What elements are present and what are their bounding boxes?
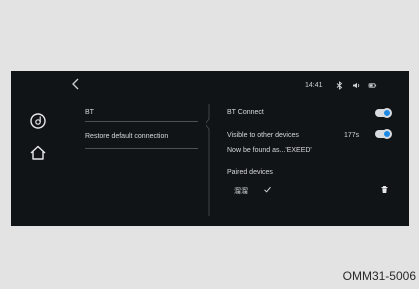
visible-to-other-devices-label: Visible to other devices [227,132,299,139]
clock-time: 14:41 [305,82,323,89]
home-icon[interactable] [28,143,48,163]
menu-divider [85,121,198,122]
menu-item-restore-default-connection[interactable]: Restore default connection [85,133,198,140]
bt-connect-toggle[interactable] [375,108,392,118]
menu-item-bt[interactable]: BT [85,109,198,116]
back-arrow-icon[interactable] [69,77,83,91]
top-bar: 14:41 [11,71,409,99]
left-rail [11,99,65,226]
volume-icon [353,82,360,89]
connected-check-icon [264,186,271,193]
toggle-knob [382,108,392,118]
bt-connect-label: BT Connect [227,109,264,116]
toggle-knob [382,129,392,139]
paired-device-name[interactable]: 溜溜 [234,186,248,196]
music-disc-icon[interactable] [28,111,48,131]
visible-to-other-devices-toggle[interactable] [375,129,392,139]
paired-devices-heading: Paired devices [227,169,273,176]
figure-caption: OMM31-5006 [342,269,416,283]
bluetooth-icon [336,81,343,90]
panel-separator [206,104,210,216]
menu-divider [85,148,198,149]
visibility-countdown: 177s [344,132,360,139]
battery-icon [368,83,377,88]
infotainment-screen: 14:41 BT Restore default connection BT C… [11,71,409,226]
trash-icon[interactable] [380,185,389,194]
found-as-text: Now be found as...'EXEED' [227,147,312,154]
